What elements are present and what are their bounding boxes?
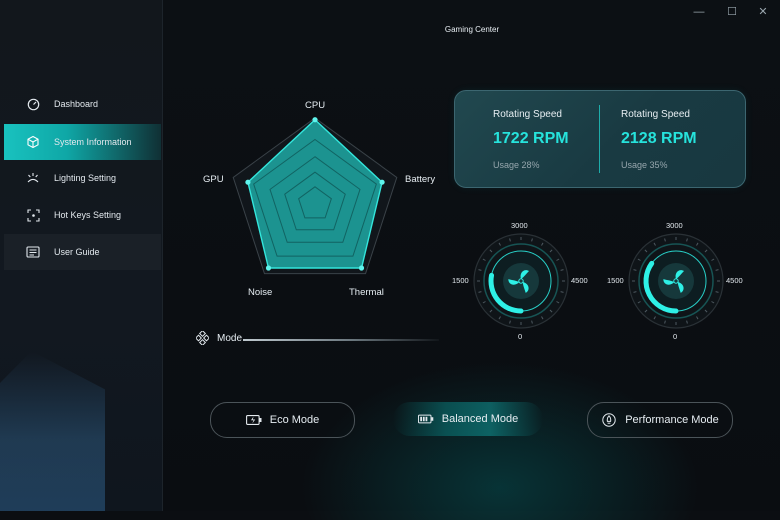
fan-center (673, 278, 679, 284)
radar-point (312, 117, 318, 123)
background-glow (300, 360, 700, 520)
gauge-tick-left: 1500 (607, 276, 624, 285)
radar-label-cpu: CPU (305, 100, 326, 111)
fan-speed-left: Rotating Speed 1722 RPM Usage 28% (493, 109, 569, 170)
balanced-mode-button[interactable]: Balanced Mode (393, 402, 543, 436)
fan-gauge-dial (473, 233, 569, 329)
sidebar-item-label: Lighting Setting (54, 173, 117, 183)
rocket-icon (601, 413, 617, 427)
battery-icon (417, 412, 434, 426)
button-label: Eco Mode (269, 414, 320, 426)
sidebar-item-hot-keys-setting[interactable]: Hot Keys Setting (4, 197, 161, 233)
radar-point (245, 179, 251, 185)
gauge-tick-right: 4500 (571, 276, 588, 285)
dashboard-icon (26, 97, 40, 111)
panel-divider (599, 105, 600, 173)
radar-label-gpu: GPU (203, 174, 224, 185)
fan-usage: Usage 28% (493, 160, 540, 170)
sidebar-item-lighting-setting[interactable]: Lighting Setting (4, 160, 161, 196)
mode-label: Mode (217, 333, 243, 344)
maximize-button[interactable]: ☐ (725, 5, 739, 19)
gauge-tick-bottom: 0 (673, 332, 678, 341)
button-label: Balanced Mode (441, 413, 519, 425)
fan-speed-right: Rotating Speed 2128 RPM Usage 35% (621, 109, 697, 170)
fan-speed-value: 1722 RPM (493, 130, 569, 147)
minimize-button[interactable]: — (692, 5, 706, 19)
eco-mode-button[interactable]: Eco Mode (210, 402, 355, 438)
radar-chart (232, 117, 398, 275)
sidebar-item-user-guide[interactable]: User Guide (4, 234, 161, 270)
sidebar-item-label: Hot Keys Setting (54, 210, 122, 220)
gauge-tick-right: 4500 (726, 276, 743, 285)
fan-speed-panel: Rotating Speed 1722 RPM Usage 28% Rotati… (454, 90, 746, 188)
mode-icon (194, 329, 211, 347)
radar-point (379, 179, 385, 185)
fan-speed-title: Rotating Speed (493, 109, 562, 120)
performance-radar: CPU Battery Thermal Noise GPU (190, 92, 440, 317)
sidebar-item-dashboard[interactable]: Dashboard (4, 86, 161, 122)
button-label: Performance Mode (625, 414, 719, 426)
radar-label-battery: Battery (405, 174, 436, 185)
title-bar: Gaming Center — ☐ ✕ (0, 0, 780, 34)
sidebar: Dashboard System Information Lighting Se… (0, 0, 163, 511)
sidebar-item-system-information[interactable]: System Information (4, 124, 161, 160)
eco-battery-icon (245, 413, 262, 427)
radar-value-area (247, 118, 383, 269)
fan-gauge-left: 3000 1500 4500 0 (451, 218, 591, 348)
fan-gauge-right: 3000 1500 4500 0 (606, 218, 746, 348)
gauge-tick-top: 3000 (511, 221, 528, 230)
close-button[interactable]: ✕ (756, 5, 770, 19)
light-icon (26, 171, 40, 185)
mode-slider-track[interactable] (243, 339, 439, 341)
guide-icon (26, 245, 40, 259)
fan-speed-title: Rotating Speed (621, 109, 690, 120)
fan-gauge-dial (628, 233, 724, 329)
app-title: Gaming Center (444, 25, 500, 34)
fan-center (518, 278, 524, 284)
sidebar-item-label: User Guide (54, 247, 100, 257)
radar-label-noise: Noise (248, 287, 273, 298)
radar-point (265, 265, 272, 271)
cube-icon (26, 135, 40, 149)
fan-speed-value: 2128 RPM (621, 130, 697, 147)
keyboard-focus-icon (26, 208, 40, 222)
sidebar-item-label: System Information (54, 137, 132, 147)
radar-point (358, 265, 365, 271)
sidebar-item-label: Dashboard (54, 99, 99, 109)
fan-usage: Usage 35% (621, 160, 668, 170)
gauge-tick-top: 3000 (666, 221, 683, 230)
radar-label-thermal: Thermal (349, 287, 384, 298)
gauge-tick-bottom: 0 (518, 332, 523, 341)
performance-mode-button[interactable]: Performance Mode (587, 402, 733, 438)
gauge-tick-left: 1500 (452, 276, 469, 285)
sidebar-decoration (0, 351, 105, 511)
